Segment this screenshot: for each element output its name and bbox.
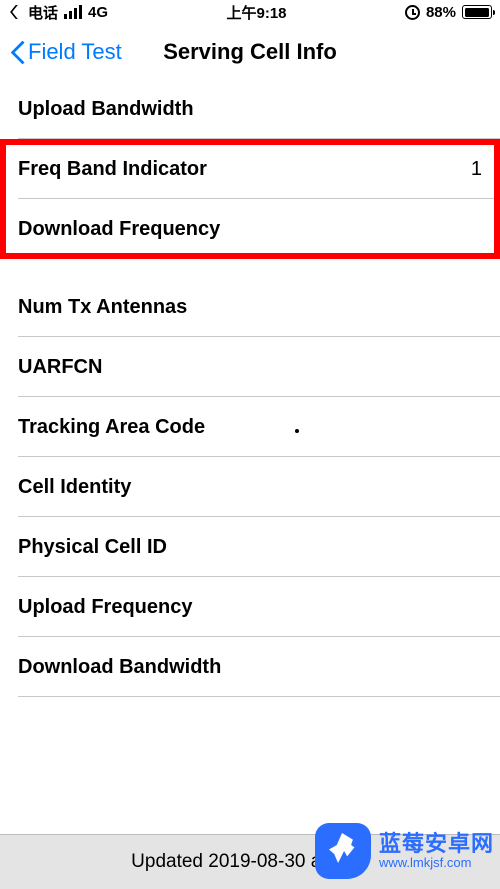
row-label: Cell Identity (18, 476, 131, 499)
row-label: Upload Frequency (18, 596, 192, 619)
row-label: Tracking Area Code (18, 416, 205, 439)
row-label: Upload Bandwidth (18, 98, 194, 121)
row-cell-identity[interactable]: Cell Identity (0, 457, 500, 517)
row-value: 1 (471, 158, 482, 181)
row-upload-frequency[interactable]: Upload Frequency (0, 577, 500, 637)
row-label: UARFCN (18, 356, 102, 379)
status-left: 电话 4G (8, 2, 108, 23)
row-label: Download Frequency (18, 218, 220, 241)
row-download-frequency[interactable]: Download Frequency (0, 199, 500, 259)
watermark-url: www.lmkjsf.com (379, 856, 494, 871)
row-freq-band-indicator[interactable]: Freq Band Indicator 1 (0, 139, 500, 199)
watermark-logo-icon (315, 823, 371, 879)
back-label: Field Test (28, 39, 122, 65)
network-label: 4G (88, 4, 108, 21)
info-list: Upload Bandwidth Freq Band Indicator 1 D… (0, 79, 500, 697)
row-label: Download Bandwidth (18, 656, 221, 679)
carrier-label: 电话 (28, 2, 58, 23)
alarm-icon (405, 5, 420, 20)
row-label: Freq Band Indicator (18, 158, 207, 181)
row-uarfcn[interactable]: UARFCN (0, 337, 500, 397)
watermark: 蓝莓安卓网 www.lmkjsf.com (315, 823, 494, 879)
nav-indicator-icon (8, 5, 22, 19)
battery-icon (462, 5, 492, 19)
chevron-left-icon (10, 39, 26, 65)
status-bar: 电话 4G 上午9:18 88% (0, 0, 500, 24)
row-physical-cell-id[interactable]: Physical Cell ID (0, 517, 500, 577)
nav-header: Field Test Serving Cell Info (0, 24, 500, 79)
status-right: 88% (405, 4, 492, 21)
row-label: Num Tx Antennas (18, 296, 187, 319)
row-label: Physical Cell ID (18, 536, 167, 559)
signal-icon (64, 5, 82, 19)
dot-icon (295, 429, 299, 433)
row-num-tx-antennas[interactable]: Num Tx Antennas (0, 277, 500, 337)
watermark-text: 蓝莓安卓网 www.lmkjsf.com (379, 831, 494, 871)
back-button[interactable]: Field Test (10, 39, 122, 65)
status-time: 上午9:18 (226, 2, 286, 23)
row-upload-bandwidth[interactable]: Upload Bandwidth (0, 79, 500, 139)
watermark-title: 蓝莓安卓网 (379, 831, 494, 856)
battery-percent: 88% (426, 4, 456, 21)
row-download-bandwidth[interactable]: Download Bandwidth (0, 637, 500, 697)
row-tracking-area-code[interactable]: Tracking Area Code (0, 397, 500, 457)
